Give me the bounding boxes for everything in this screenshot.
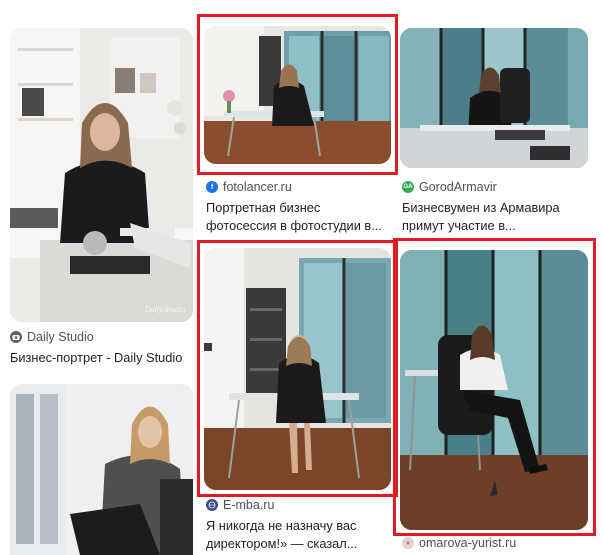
title-line: Портретная бизнес [206, 200, 321, 215]
title-line: примут участие в... [402, 218, 516, 233]
result-thumbnail[interactable] [400, 28, 588, 168]
office-portrait-photo [204, 248, 391, 490]
title-line: Бизнес-портрет - Daily Studio [10, 350, 183, 365]
photo-watermark: Daily Studio [144, 305, 185, 314]
office-portrait-photo [400, 250, 588, 530]
flower-icon [402, 537, 414, 549]
office-portrait-photo [204, 26, 391, 164]
result-source[interactable]: E-mba.ru [206, 498, 274, 512]
source-name: GorodArmavir [419, 180, 497, 194]
title-line: фотосессия в фотостудии в... [206, 218, 382, 233]
globe-icon [206, 499, 218, 511]
result-title[interactable]: Портретная бизнес фотосессия в фотостуди… [206, 199, 396, 235]
office-portrait-photo [10, 384, 193, 555]
f-letter-icon: f [206, 181, 218, 193]
camera-icon [10, 331, 22, 343]
title-line: директором!» — сказал... [206, 536, 358, 551]
result-source[interactable]: Daily Studio [10, 330, 94, 344]
office-portrait-photo [400, 28, 588, 168]
source-name: fotolancer.ru [223, 180, 292, 194]
result-source[interactable]: omarova-yurist.ru [402, 536, 516, 550]
ga-badge-icon: GA [402, 181, 414, 193]
source-name: E-mba.ru [223, 498, 275, 512]
title-line: Бизнесвумен из Армавира [402, 200, 560, 215]
source-name: omarova-yurist.ru [419, 536, 517, 550]
result-title[interactable]: Я никогда не назначу вас директором!» — … [206, 517, 396, 553]
result-thumbnail[interactable] [10, 384, 193, 555]
result-thumbnail[interactable] [400, 250, 588, 530]
result-thumbnail[interactable] [204, 26, 391, 164]
result-source[interactable]: GA GorodArmavir [402, 180, 497, 194]
title-line: Я никогда не назначу вас [206, 518, 357, 533]
result-title[interactable]: Бизнес-портрет - Daily Studio [10, 349, 200, 367]
result-source[interactable]: f fotolancer.ru [206, 180, 292, 194]
result-thumbnail[interactable] [204, 248, 391, 490]
result-thumbnail[interactable]: Daily Studio [10, 28, 193, 322]
source-name: Daily Studio [27, 330, 94, 344]
office-portrait-photo [10, 28, 193, 322]
result-title[interactable]: Бизнесвумен из Армавира примут участие в… [402, 199, 597, 235]
